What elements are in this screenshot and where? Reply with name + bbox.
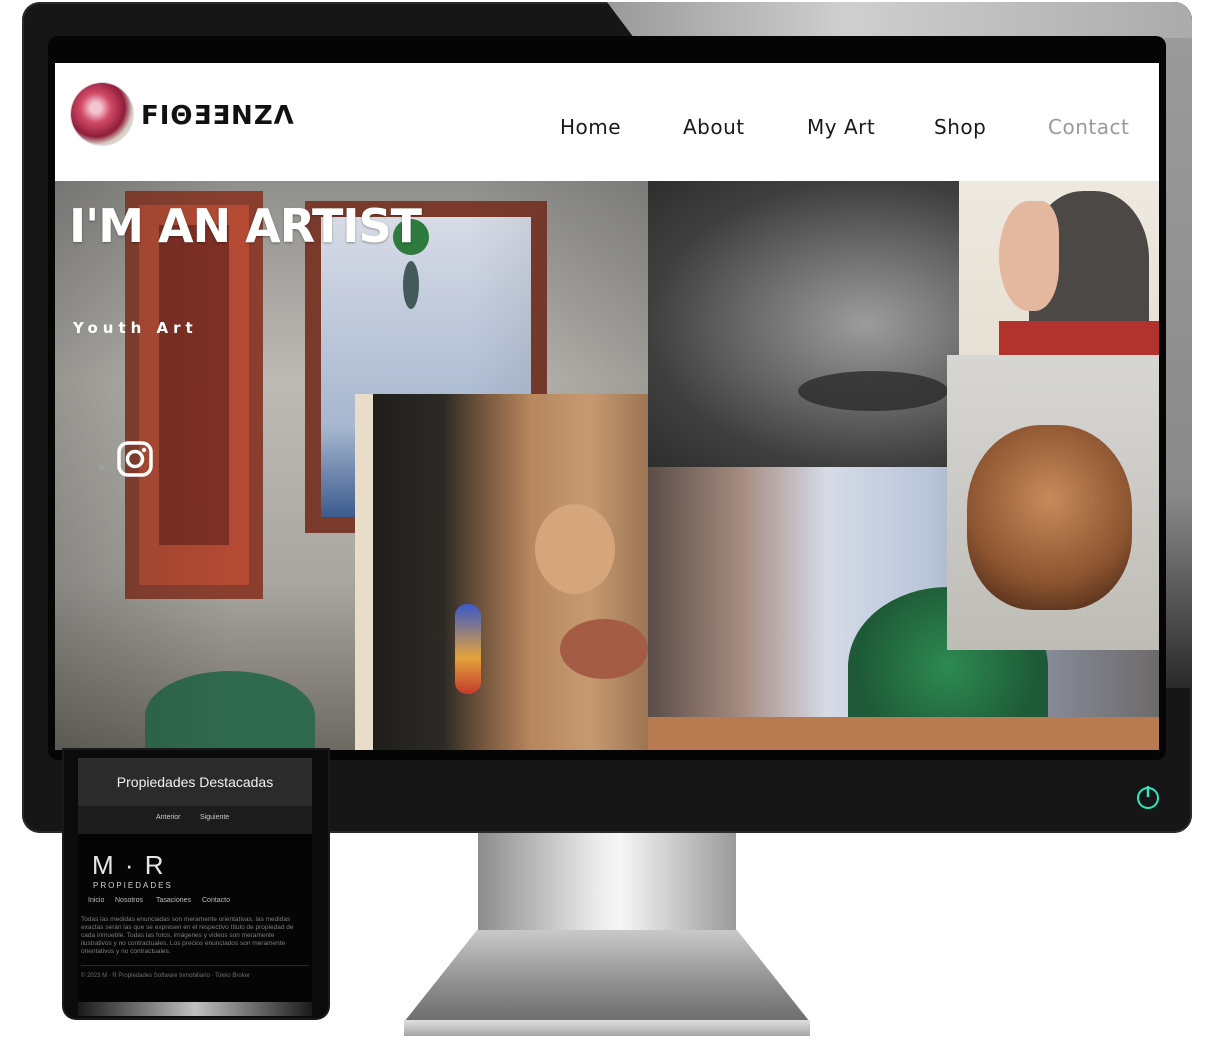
instagram-icon[interactable] xyxy=(117,441,153,477)
social-dot xyxy=(99,465,104,470)
monitor-stand-base xyxy=(404,1020,810,1036)
power-icon[interactable] xyxy=(1136,785,1160,809)
nav-home[interactable]: Home xyxy=(560,115,621,139)
phone-bottom-gloss xyxy=(78,1002,312,1016)
phone-menu-nosotros[interactable]: Nosotros xyxy=(115,897,143,904)
phone-screen: Propiedades Destacadas Anterior Siguient… xyxy=(78,758,312,1002)
featured-properties-title: Propiedades Destacadas xyxy=(78,758,312,806)
painting-profile-sketch xyxy=(959,181,1159,355)
pager: Anterior Siguiente xyxy=(78,806,312,834)
phone-menu-tasaciones[interactable]: Tasaciones xyxy=(156,897,191,904)
painting-woman-closeup xyxy=(355,394,648,750)
hero-subtitle: Youth Art xyxy=(73,319,198,337)
phone-copyright: © 2023 M · R Propiedades Software Inmobi… xyxy=(81,973,251,979)
phone-brand-subtitle: PROPIEDADES xyxy=(93,881,173,890)
phone-menu-contacto[interactable]: Contacto xyxy=(202,897,230,904)
phone-legal-text: Todas las medidas enunciadas son meramen… xyxy=(81,916,294,955)
monitor-stand-foot xyxy=(404,930,810,1022)
website-screen: FIΘƎƎNZΛ Home About My Art Shop Contact xyxy=(55,63,1159,750)
pager-next[interactable]: Siguiente xyxy=(200,814,229,821)
site-header: FIΘƎƎNZΛ Home About My Art Shop Contact xyxy=(55,63,1159,181)
main-nav: Home About My Art Shop Contact xyxy=(55,115,1159,139)
phone-divider xyxy=(81,965,309,966)
painting-grayscale-face xyxy=(648,181,959,467)
monitor-gloss-right xyxy=(1164,38,1192,688)
phone-brand-logo[interactable]: M · R xyxy=(92,850,166,881)
painting-face-cutout xyxy=(947,355,1159,650)
monitor-stand-neck xyxy=(478,833,736,933)
nav-my-art[interactable]: My Art xyxy=(807,115,875,139)
phone-device: Propiedades Destacadas Anterior Siguient… xyxy=(64,750,328,1018)
nav-about[interactable]: About xyxy=(683,115,745,139)
pager-prev[interactable]: Anterior xyxy=(156,814,181,821)
nav-contact[interactable]: Contact xyxy=(1048,115,1129,139)
hero-collage: I'M AN ARTIST Youth Art xyxy=(55,181,1159,750)
nav-shop[interactable]: Shop xyxy=(934,115,986,139)
phone-footer-menu: Inicio Nosotros Tasaciones Contacto xyxy=(88,897,298,909)
phone-menu-inicio[interactable]: Inicio xyxy=(88,897,104,904)
hero-title: I'M AN ARTIST xyxy=(69,199,422,253)
